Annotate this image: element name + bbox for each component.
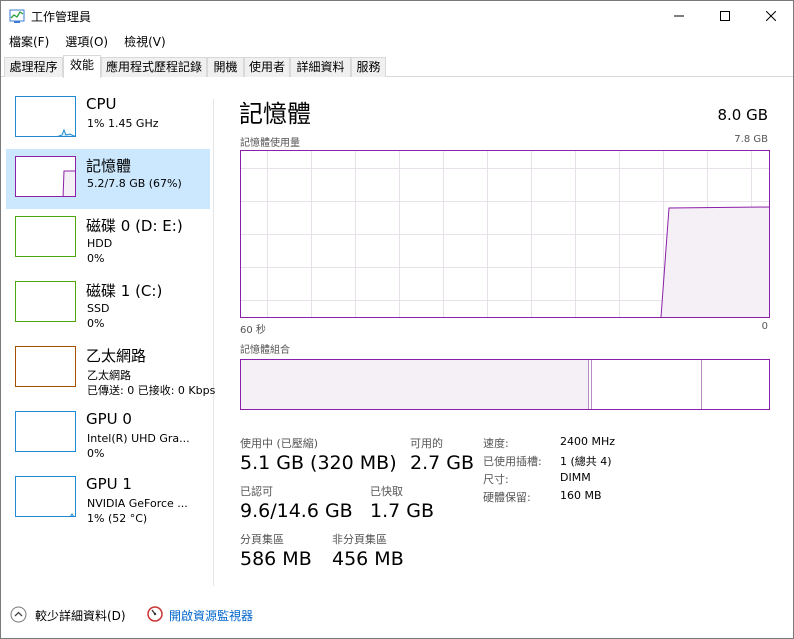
usage-graph-max: 7.8 GB: [734, 134, 768, 145]
cpu-mini-chart: [57, 128, 75, 136]
sidebar-item-title: 乙太網路: [86, 347, 147, 365]
usage-graph-label: 記憶體使用量: [240, 138, 300, 149]
committed-label: 已認可: [240, 485, 273, 498]
memory-usage-graph: [240, 150, 770, 318]
sidebar-divider: [213, 99, 214, 586]
gpu1-thumbnail-graph: [15, 476, 76, 517]
chevron-up-icon[interactable]: [10, 606, 27, 623]
menu-file[interactable]: 檔案(F): [1, 32, 57, 52]
tab-processes[interactable]: 處理程序: [4, 57, 63, 77]
sidebar-item-title: GPU 0: [86, 410, 132, 428]
menu-options[interactable]: 選項(O): [57, 32, 116, 52]
tab-details[interactable]: 詳細資料: [290, 57, 351, 77]
sidebar-item-detail: 5.2/7.8 GB (67%): [87, 177, 182, 190]
title-bar: 工作管理員: [1, 1, 793, 31]
sidebar-item-title: 磁碟 1 (C:): [86, 282, 163, 300]
tab-services[interactable]: 服務: [351, 57, 386, 77]
memory-thumbnail-graph: [15, 156, 76, 197]
sidebar-item-detail: NVIDIA GeForce ...: [87, 497, 188, 510]
sidebar-item-detail: Intel(R) UHD Gra...: [87, 432, 190, 445]
sidebar-item-gpu-1[interactable]: GPU 1 NVIDIA GeForce ... 1% (52 °C): [6, 469, 210, 529]
available-value: 2.7 GB: [410, 452, 475, 474]
tab-bar: 處理程序 效能 應用程式歷程記錄 開機 使用者 詳細資料 服務: [1, 55, 793, 78]
slots-label: 已使用插槽:: [483, 455, 542, 468]
speed-label: 速度:: [483, 437, 509, 450]
maximize-button[interactable]: [702, 1, 748, 31]
sidebar-item-detail: 1% 1.45 GHz: [87, 117, 159, 130]
footer: 較少詳細資料(D) 開啟資源監視器: [1, 596, 793, 632]
sidebar-item-ethernet[interactable]: 乙太網路 乙太網路 已傳送: 0 已接收: 0 Kbps: [6, 339, 215, 399]
paged-pool-value: 586 MB: [240, 548, 312, 570]
sidebar-item-disk-0[interactable]: 磁碟 0 (D: E:) HDD 0%: [6, 209, 210, 269]
sidebar-item-cpu[interactable]: CPU 1% 1.45 GHz: [6, 89, 210, 149]
sidebar-item-gpu-0[interactable]: GPU 0 Intel(R) UHD Gra... 0%: [6, 404, 210, 464]
open-resource-monitor-link[interactable]: 開啟資源監視器: [169, 607, 253, 624]
gpu0-thumbnail-graph: [15, 411, 76, 452]
disk1-thumbnail-graph: [15, 281, 76, 322]
memory-usage-chart: [241, 151, 769, 317]
sidebar-item-disk-1[interactable]: 磁碟 1 (C:) SSD 0%: [6, 274, 210, 334]
maximize-icon: [720, 11, 730, 21]
committed-value: 9.6/14.6 GB: [240, 500, 353, 522]
fewer-details-button[interactable]: 較少詳細資料(D): [35, 607, 126, 624]
sidebar-item-usage: 1% (52 °C): [87, 512, 148, 525]
slots-value: 1 (總共 4): [560, 455, 612, 468]
form-factor-label: 尺寸:: [483, 473, 509, 486]
available-label: 可用的: [410, 437, 443, 450]
in-use-label: 使用中 (已壓縮): [240, 437, 319, 450]
tab-users[interactable]: 使用者: [244, 57, 290, 77]
nonpaged-pool-value: 456 MB: [332, 548, 404, 570]
time-axis-end: 0: [761, 321, 768, 332]
hardware-reserved-value: 160 MB: [560, 489, 602, 502]
cached-value: 1.7 GB: [370, 500, 435, 522]
sidebar-item-detail: SSD: [87, 302, 110, 315]
tab-startup[interactable]: 開機: [207, 57, 244, 77]
sidebar-item-usage: 0%: [87, 317, 105, 330]
memory-composition-chart: [241, 360, 702, 409]
sidebar-item-throughput: 已傳送: 0 已接收: 0 Kbps: [87, 384, 215, 397]
sidebar-item-usage: 0%: [87, 447, 105, 460]
cpu-thumbnail-graph: [15, 96, 76, 137]
in-use-value: 5.1 GB (320 MB): [240, 452, 397, 474]
sidebar-item-title: GPU 1: [86, 475, 132, 493]
sidebar-item-detail: 乙太網路: [87, 369, 131, 382]
composition-label: 記憶體組合: [240, 345, 290, 356]
speed-value: 2400 MHz: [560, 435, 616, 448]
memory-total: 8.0 GB: [717, 106, 768, 124]
time-axis-start: 60 秒: [240, 325, 266, 336]
resource-monitor-icon: [147, 606, 163, 622]
paged-pool-label: 分頁集區: [240, 533, 284, 546]
close-button[interactable]: [748, 1, 794, 31]
form-factor-value: DIMM: [560, 471, 591, 484]
nonpaged-pool-label: 非分頁集區: [332, 533, 387, 546]
sidebar-item-memory[interactable]: 記憶體 5.2/7.8 GB (67%): [6, 149, 210, 209]
window-title: 工作管理員: [31, 10, 92, 24]
gpu1-mini-chart: [70, 513, 74, 516]
in-use-segment[interactable]: [241, 360, 589, 409]
task-manager-app-icon: [9, 9, 25, 23]
minimize-button[interactable]: [656, 1, 702, 31]
cached-label: 已快取: [370, 485, 403, 498]
tab-app-history[interactable]: 應用程式歷程記錄: [101, 57, 207, 77]
disk0-thumbnail-graph: [15, 216, 76, 257]
sidebar-item-title: 記憶體: [86, 157, 132, 175]
sidebar-item-usage: 0%: [87, 252, 105, 265]
page-title: 記憶體: [239, 100, 311, 128]
sidebar-item-title: CPU: [86, 95, 117, 113]
task-manager-window: 工作管理員 檔案(F) 選項(O) 檢視(V) 處理程序 效能 應用程式歷程記錄…: [0, 0, 794, 639]
hardware-reserved-label: 硬體保留:: [483, 491, 531, 504]
memory-composition-bar: [240, 359, 770, 410]
close-icon: [766, 11, 776, 21]
menu-bar: 檔案(F) 選項(O) 檢視(V): [1, 32, 174, 52]
usage-area-fill: [661, 207, 769, 317]
minimize-icon: [674, 15, 684, 17]
menu-view[interactable]: 檢視(V): [116, 32, 174, 52]
sidebar-item-detail: HDD: [87, 237, 113, 250]
sidebar-item-title: 磁碟 0 (D: E:): [86, 217, 183, 235]
ethernet-thumbnail-graph: [15, 346, 76, 387]
tab-performance[interactable]: 效能: [63, 55, 101, 78]
memory-mini-chart: [62, 170, 75, 196]
